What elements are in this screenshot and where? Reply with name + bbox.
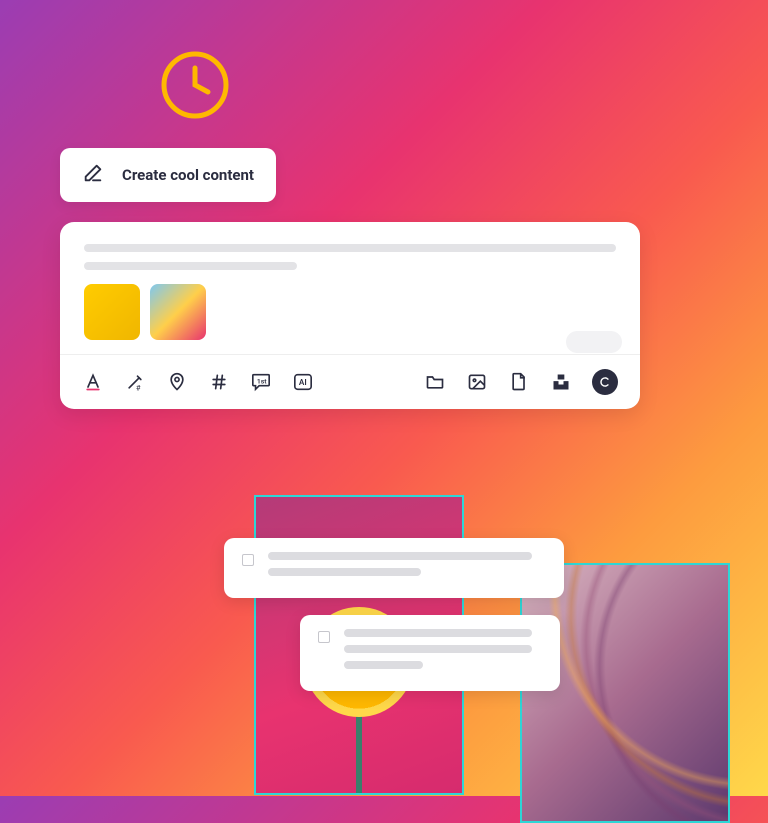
placeholder-text [344,629,542,677]
svg-text:#: # [136,383,141,392]
checkbox-icon[interactable] [318,631,330,643]
list-item-card[interactable] [224,538,564,598]
folder-icon[interactable] [424,371,446,393]
first-comment-icon[interactable]: 1st [250,371,272,393]
canva-icon[interactable] [592,369,618,395]
attached-image-thumbnail[interactable] [84,284,140,340]
svg-text:AI: AI [299,377,307,387]
create-content-button[interactable]: Create cool content [60,148,276,202]
svg-text:1st: 1st [257,377,267,385]
text-style-icon[interactable] [82,371,104,393]
compose-icon [82,162,104,188]
location-pin-icon[interactable] [166,371,188,393]
placeholder-text [268,552,546,584]
hashtag-icon[interactable] [208,371,230,393]
checkbox-icon[interactable] [242,554,254,566]
placeholder-line [84,262,297,270]
clock-icon [160,50,230,124]
composer-toolbar: # 1st AI [60,354,640,409]
preview-card-abstract[interactable] [520,563,730,823]
unsplash-icon[interactable] [550,371,572,393]
image-icon[interactable] [466,371,488,393]
file-icon[interactable] [508,371,530,393]
magic-wand-icon[interactable]: # [124,371,146,393]
post-composer: # 1st AI [60,222,640,409]
ai-icon[interactable]: AI [292,371,314,393]
create-content-label: Create cool content [122,166,254,184]
placeholder-line [84,244,616,252]
send-button-placeholder[interactable] [566,331,622,353]
list-item-card[interactable] [300,615,560,691]
attached-image-thumbnail[interactable] [150,284,206,340]
